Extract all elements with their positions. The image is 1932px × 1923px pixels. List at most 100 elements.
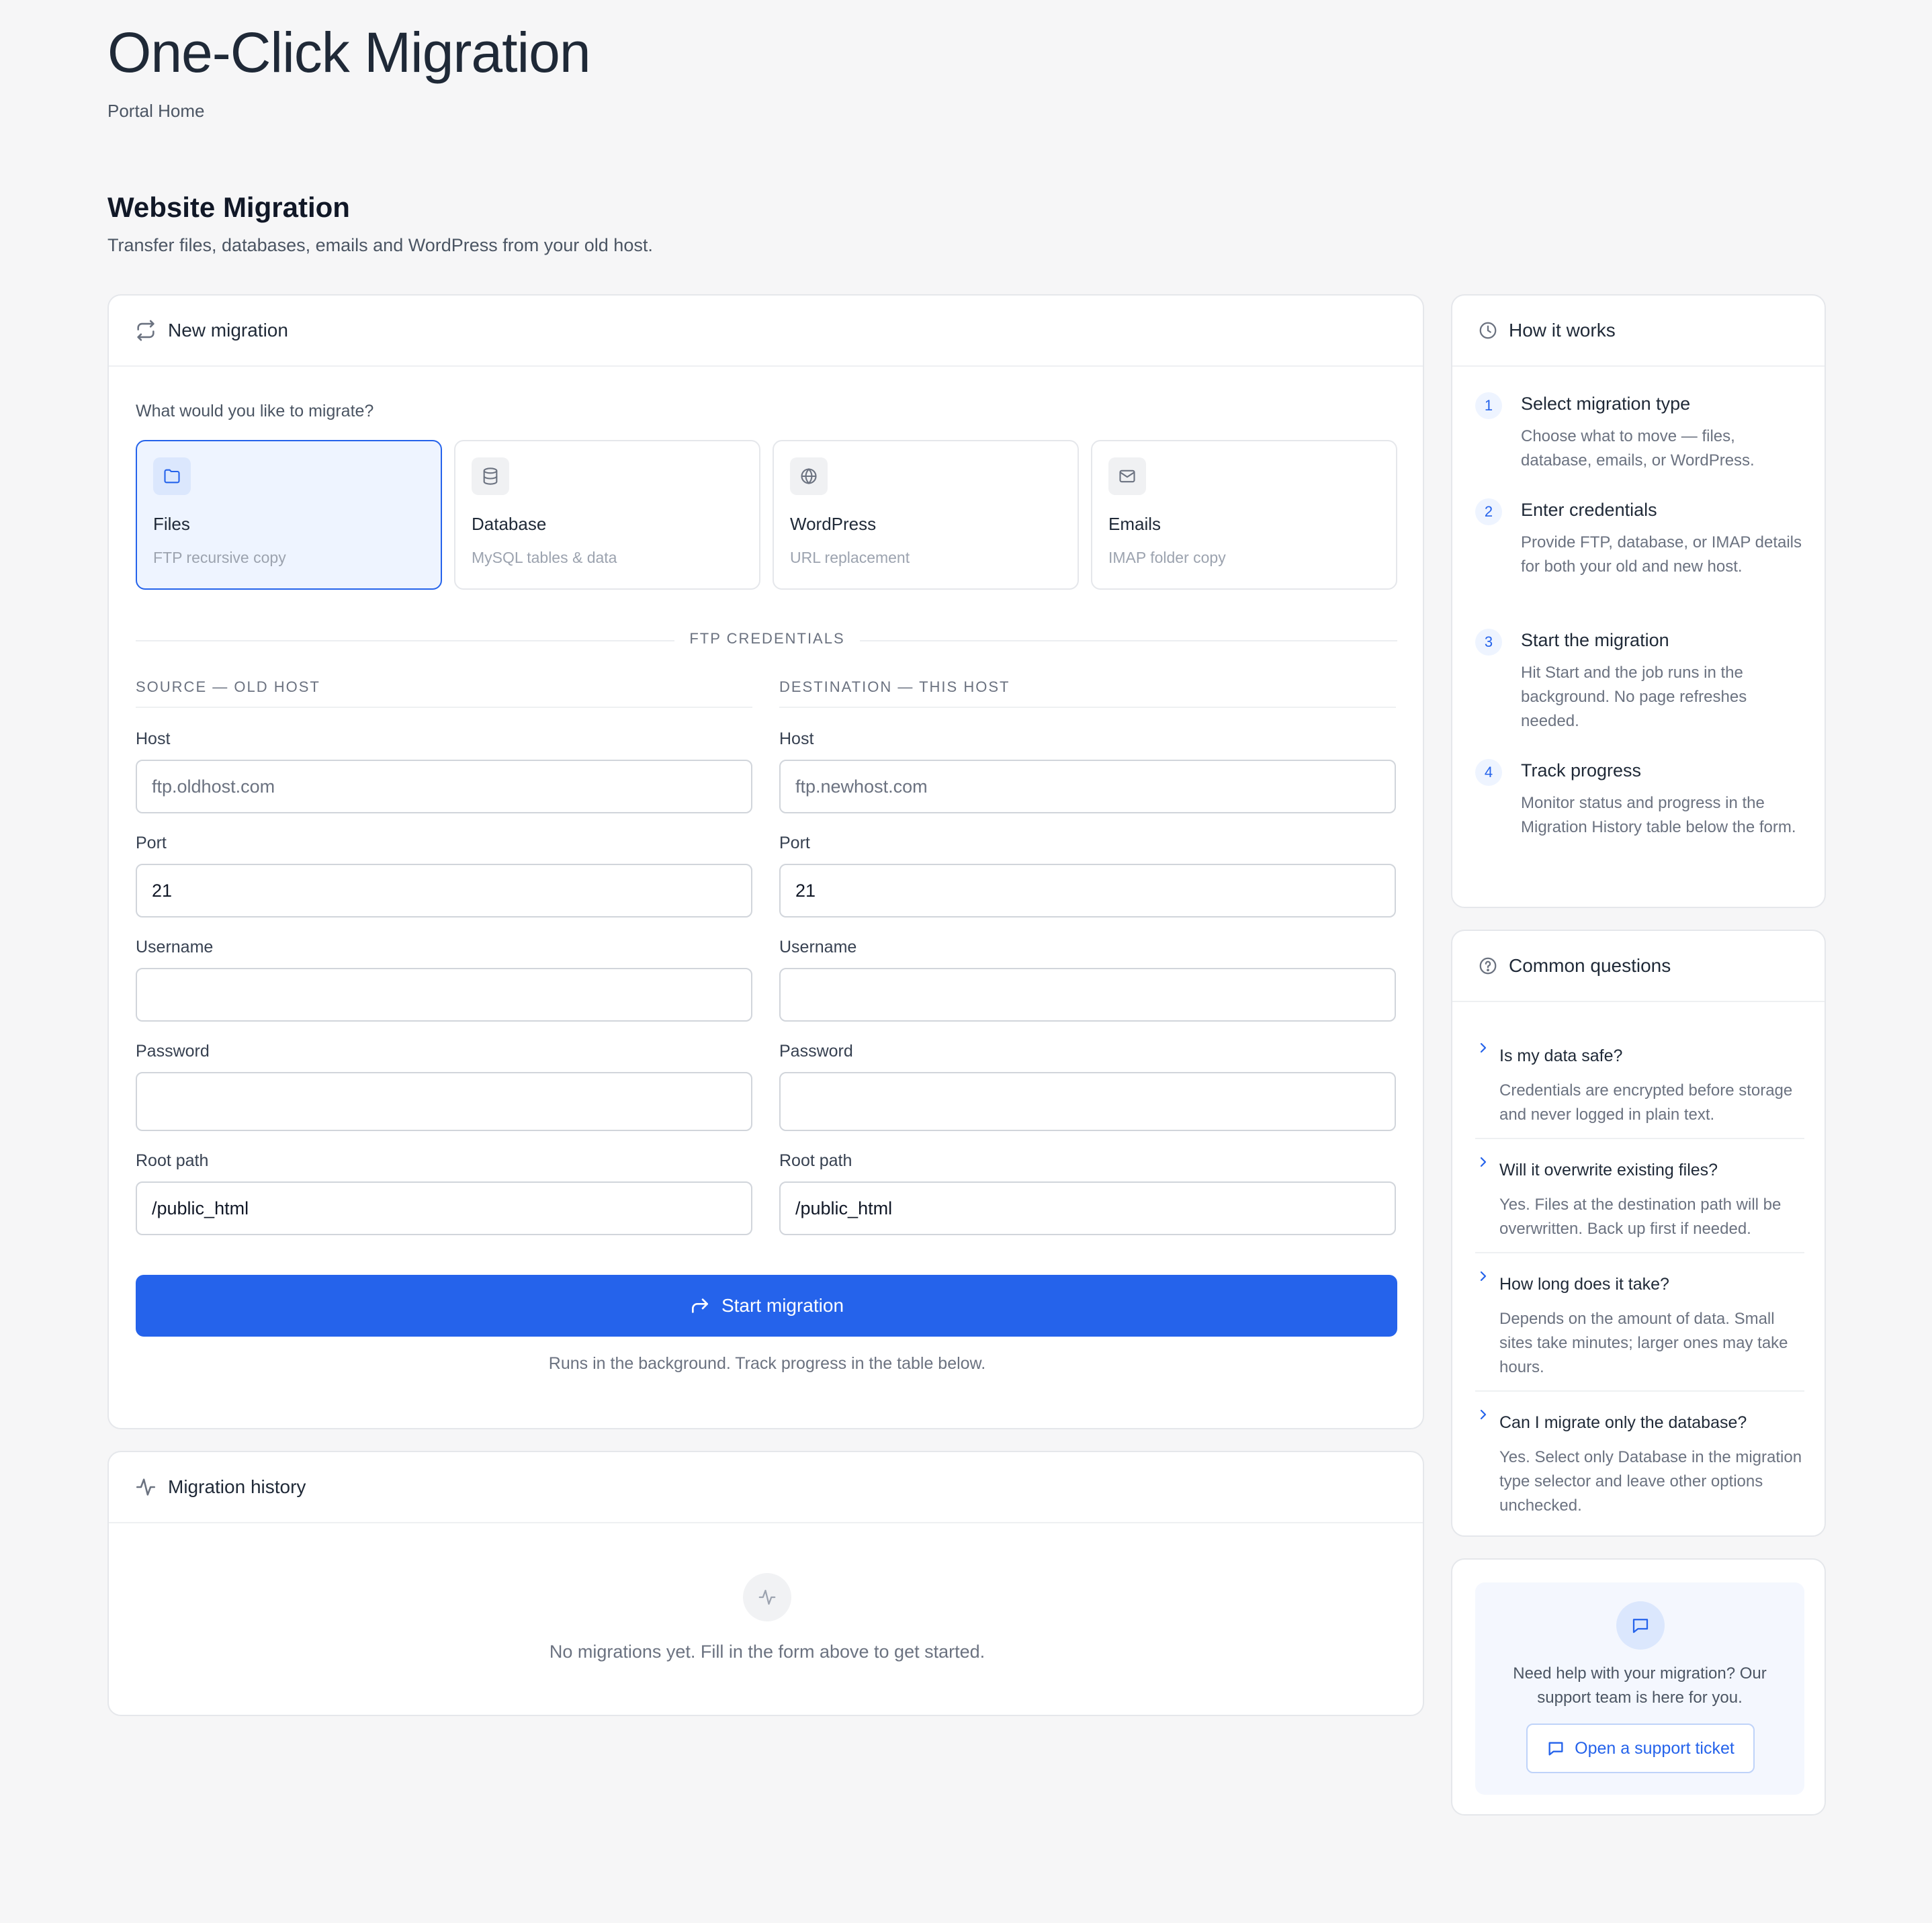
common-questions-header: Common questions: [1452, 931, 1825, 1002]
support-button-label: Open a support ticket: [1575, 1738, 1735, 1758]
page-title: One-Click Migration: [107, 21, 591, 84]
source-root-label: Root path: [136, 1151, 209, 1170]
faq-question[interactable]: Will it overwrite existing files?: [1499, 1161, 1718, 1180]
source-port-label: Port: [136, 834, 167, 852]
destination-port-input[interactable]: [779, 864, 1396, 918]
mail-icon: [1108, 457, 1146, 495]
faq-answer: Yes. Select only Database in the migrati…: [1499, 1448, 1802, 1515]
faq-answer: Yes. Files at the destination path will …: [1499, 1196, 1782, 1238]
background-note: Runs in the background. Track progress i…: [548, 1354, 986, 1373]
activity-icon: [743, 1573, 791, 1621]
repeat-icon: [134, 319, 157, 342]
type-desc: MySQL tables & data: [472, 549, 617, 566]
step-number: 2: [1475, 498, 1502, 525]
destination-root-input[interactable]: [779, 1181, 1396, 1235]
destination-password-label: Password: [779, 1042, 853, 1061]
chevron-right-icon: [1475, 1040, 1491, 1056]
open-support-ticket-button[interactable]: Open a support ticket: [1526, 1724, 1755, 1773]
migration-history-title: Migration history: [168, 1476, 306, 1497]
source-password-input[interactable]: [136, 1072, 752, 1131]
migrate-question: What would you like to migrate?: [136, 402, 374, 420]
globe-icon: [790, 457, 828, 495]
folder-icon: [153, 457, 191, 495]
destination-host-label: Host: [779, 729, 814, 748]
step-desc: Provide FTP, database, or IMAP details f…: [1521, 533, 1802, 576]
common-questions-card: Common questions Is my data safe? Creden…: [1451, 930, 1826, 1537]
how-it-works-title: How it works: [1509, 320, 1616, 341]
step-title: Track progress: [1521, 760, 1642, 780]
type-option-emails[interactable]: Emails IMAP folder copy: [1091, 440, 1397, 590]
type-desc: IMAP folder copy: [1108, 549, 1226, 566]
step-desc: Choose what to move — files, database, e…: [1521, 427, 1755, 469]
type-name: Database: [472, 514, 547, 534]
database-icon: [472, 457, 509, 495]
faq-divider: [1475, 1252, 1804, 1253]
source-username-label: Username: [136, 938, 214, 956]
source-username-input[interactable]: [136, 968, 752, 1022]
new-migration-card: New migration What would you like to mig…: [107, 294, 1424, 1429]
credentials-label: FTP CREDENTIALS: [674, 630, 860, 647]
source-password-label: Password: [136, 1042, 210, 1061]
migration-type-selector: Files FTP recursive copy Database MySQL …: [136, 440, 1397, 590]
faq-question[interactable]: Can I migrate only the database?: [1499, 1413, 1747, 1433]
migration-history-card: Migration history No migrations yet. Fil…: [107, 1451, 1424, 1716]
page-root: One-Click Migration Portal Home Website …: [0, 0, 1932, 1923]
chevron-right-icon: [1475, 1268, 1491, 1284]
step-desc: Monitor status and progress in the Migra…: [1521, 794, 1796, 836]
start-migration-button[interactable]: Start migration: [136, 1275, 1397, 1337]
faq-divider: [1475, 1390, 1804, 1392]
section-subtitle: Transfer files, databases, emails and Wo…: [107, 235, 653, 255]
step-title: Start the migration: [1521, 630, 1669, 650]
destination-host-input[interactable]: [779, 760, 1396, 813]
how-it-works-card: How it works 1 Select migration type Cho…: [1451, 294, 1826, 908]
type-option-files[interactable]: Files FTP recursive copy: [136, 440, 442, 590]
common-questions-title: Common questions: [1509, 955, 1671, 976]
type-option-wordpress[interactable]: WordPress URL replacement: [773, 440, 1079, 590]
new-migration-header: New migration: [109, 296, 1423, 367]
source-heading: SOURCE — OLD HOST: [136, 678, 752, 708]
faq-question[interactable]: How long does it take?: [1499, 1275, 1669, 1294]
migration-history-header: Migration history: [109, 1452, 1423, 1523]
destination-heading: DESTINATION — THIS HOST: [779, 678, 1396, 708]
source-column: SOURCE — OLD HOST Host Port Username Pas…: [136, 678, 752, 1235]
chat-icon: [1616, 1601, 1665, 1650]
source-host-label: Host: [136, 729, 171, 748]
source-host-input[interactable]: [136, 760, 752, 813]
destination-username-label: Username: [779, 938, 857, 956]
type-name: Files: [153, 514, 190, 534]
faq-question[interactable]: Is my data safe?: [1499, 1046, 1622, 1066]
type-name: Emails: [1108, 514, 1161, 534]
section-title: Website Migration: [107, 191, 350, 223]
activity-icon: [134, 1476, 157, 1499]
chat-icon: [1546, 1739, 1565, 1758]
type-desc: FTP recursive copy: [153, 549, 286, 566]
destination-password-input[interactable]: [779, 1072, 1396, 1131]
step-number: 4: [1475, 759, 1502, 786]
step-number: 1: [1475, 392, 1502, 419]
step-desc: Hit Start and the job runs in the backgr…: [1521, 664, 1747, 730]
history-empty-text: No migrations yet. Fill in the form abov…: [549, 1642, 985, 1662]
step-number: 3: [1475, 629, 1502, 656]
destination-column: DESTINATION — THIS HOST Host Port Userna…: [779, 678, 1396, 1235]
credentials-label-wrap: FTP CREDENTIALS: [109, 630, 1425, 647]
forward-arrow-icon: [689, 1295, 711, 1316]
start-migration-label: Start migration: [721, 1295, 844, 1316]
chevron-right-icon: [1475, 1406, 1491, 1423]
faq-answer: Credentials are encrypted before storage…: [1499, 1081, 1793, 1124]
how-it-works-header: How it works: [1452, 296, 1825, 367]
destination-username-input[interactable]: [779, 968, 1396, 1022]
faq-divider: [1475, 1138, 1804, 1139]
support-card: Need help with your migration? Our suppo…: [1451, 1558, 1826, 1816]
support-text: Need help with your migration? Our suppo…: [1513, 1664, 1767, 1707]
faq-answer: Depends on the amount of data. Small sit…: [1499, 1310, 1788, 1376]
step-title: Select migration type: [1521, 394, 1691, 414]
source-port-input[interactable]: [136, 864, 752, 918]
chevron-right-icon: [1475, 1154, 1491, 1170]
help-circle-icon: [1478, 956, 1498, 976]
support-panel: Need help with your migration? Our suppo…: [1475, 1582, 1804, 1795]
type-option-database[interactable]: Database MySQL tables & data: [454, 440, 760, 590]
step-title: Enter credentials: [1521, 500, 1657, 520]
clock-icon: [1478, 320, 1498, 341]
breadcrumb-portal-home[interactable]: Portal Home: [107, 101, 205, 122]
source-root-input[interactable]: [136, 1181, 752, 1235]
